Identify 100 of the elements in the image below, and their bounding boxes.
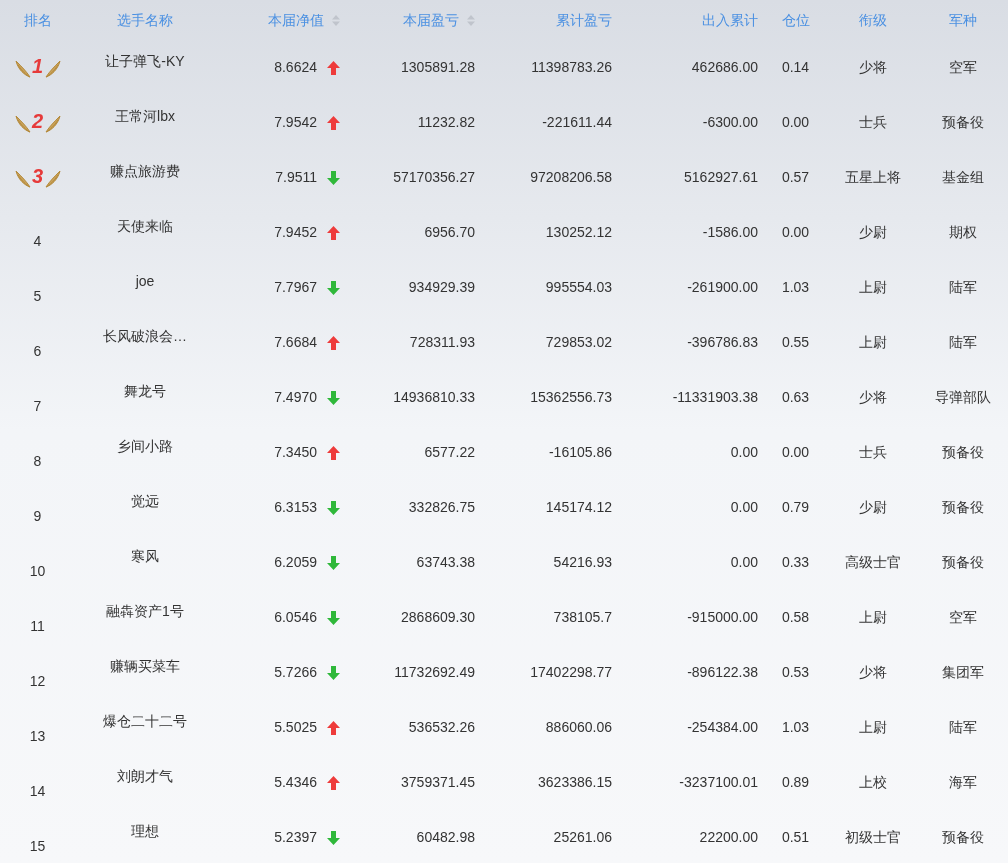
branch-name: 预备役 [942,443,984,462]
rank-number: 6 [33,342,42,361]
branch-name: 陆军 [949,333,977,352]
net-value: 6.2059 [274,553,317,572]
rank-title: 上尉 [859,608,887,627]
branch-name: 预备役 [942,553,984,572]
net-value: 5.7266 [274,663,317,682]
net-flow: 0.00 [730,443,758,462]
net-value: 8.6624 [274,58,317,77]
total-profit: 25261.06 [553,828,612,847]
period-profit: 934929.39 [408,278,475,297]
position-ratio: 0.57 [781,168,810,187]
rank-title: 上校 [859,773,887,792]
rank-number: 11 [30,617,45,636]
rank-number: 15 [29,837,46,856]
period-profit: 57170356.27 [393,168,475,187]
period-profit: 3759371.45 [401,773,475,792]
branch-name: 预备役 [942,113,984,132]
player-name: 融犇资产1号 [106,602,184,621]
position-ratio: 1.03 [781,718,810,737]
column-header[interactable]: 本届盈亏 [403,9,475,31]
rank-number: 10 [29,562,46,581]
position-ratio: 0.51 [781,828,810,847]
rank-number: 7 [33,397,42,416]
position-ratio: 0.53 [781,663,810,682]
net-value: 7.4970 [274,388,317,407]
net-flow: -254384.00 [687,718,758,737]
position-ratio: 0.58 [781,608,810,627]
position-ratio: 0.63 [781,388,810,407]
rank-title: 士兵 [859,113,887,132]
net-value: 7.7967 [274,278,317,297]
player-name: 长风破浪会… [103,327,187,346]
player-name: 王常河lbx [115,107,175,126]
rank-title: 少将 [859,663,887,682]
column-header: 仓位 [781,10,810,30]
period-profit: 60482.98 [416,828,475,847]
player-name: joe [135,272,155,291]
rank-number: 9 [33,507,42,526]
rank-number: 1 [31,53,44,79]
total-profit: 54216.93 [553,553,612,572]
column-header: 出入累计 [702,10,758,30]
rank-number: 2 [31,108,44,134]
net-flow: -1586.00 [702,223,758,242]
position-ratio: 0.00 [781,223,810,242]
total-profit: 995554.03 [545,278,612,297]
branch-name: 空军 [949,58,977,77]
branch-name: 空军 [949,608,977,627]
column-header: 累计盈亏 [556,10,612,30]
total-profit: -16105.86 [548,443,612,462]
rank-title: 少将 [859,58,887,77]
period-profit: 536532.26 [408,718,475,737]
branch-name: 期权 [949,223,977,242]
rank-title: 上尉 [859,718,887,737]
position-ratio: 0.55 [781,333,810,352]
net-flow: 0.00 [730,553,758,572]
column-header: 衔级 [859,10,887,30]
net-flow: -396786.83 [687,333,758,352]
net-flow: -11331903.38 [672,388,758,407]
sort-icon[interactable] [467,14,475,26]
player-name: 寒风 [131,547,159,566]
branch-name: 预备役 [942,828,984,847]
column-header: 排名 [23,10,52,30]
period-profit: 332826.75 [408,498,475,517]
rank-title: 上尉 [859,278,887,297]
period-profit: 1305891.28 [401,58,475,77]
net-flow: 5162927.61 [684,168,758,187]
rank-number: 14 [29,782,46,801]
net-flow: -915000.00 [687,608,758,627]
net-flow: -261900.00 [687,278,758,297]
total-profit: 145174.12 [545,498,612,517]
rank-number: 12 [29,672,46,691]
player-name: 赚辆买菜车 [110,657,180,676]
net-value: 7.9511 [275,168,317,187]
net-value: 5.5025 [274,718,317,737]
player-name: 天使来临 [117,217,173,236]
total-profit: 97208206.58 [530,168,612,187]
player-name: 爆仓二十二号 [103,712,187,731]
position-ratio: 0.33 [781,553,810,572]
net-flow: 462686.00 [691,58,758,77]
sort-icon[interactable] [332,14,340,26]
player-name: 舞龙号 [124,382,166,401]
rank-number: 3 [31,163,44,189]
column-header[interactable]: 本届净值 [268,9,340,31]
total-profit: 3623386.15 [538,773,612,792]
rank-title: 上尉 [859,333,887,352]
branch-name: 海军 [949,773,977,792]
rank-title: 少尉 [859,498,887,517]
position-ratio: 0.00 [781,113,810,132]
branch-name: 陆军 [949,278,977,297]
period-profit: 6577.22 [424,443,475,462]
period-profit: 11232.82 [417,113,475,132]
net-value: 5.2397 [274,828,317,847]
rank-title: 士兵 [859,443,887,462]
branch-name: 预备役 [942,498,984,517]
net-value: 6.0546 [274,608,317,627]
period-profit: 2868609.30 [401,608,475,627]
player-name: 刘朗才气 [117,767,173,786]
player-name: 让子弹飞-KY [105,52,185,71]
total-profit: 886060.06 [545,718,612,737]
branch-name: 陆军 [949,718,977,737]
